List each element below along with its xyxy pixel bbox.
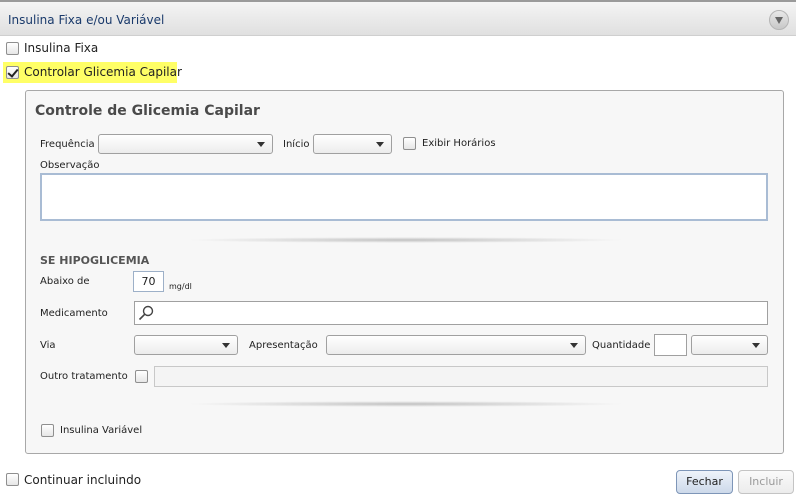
section-header[interactable]: Insulina Fixa e/ou Variável	[0, 0, 796, 36]
chevron-down-icon	[376, 142, 384, 147]
medicamento-label: Medicamento	[40, 308, 108, 319]
controlar-glicemia-label: Controlar Glicemia Capilar	[24, 65, 182, 79]
quantidade-unit-select[interactable]	[691, 335, 768, 355]
frequencia-select[interactable]	[98, 134, 273, 154]
insulina-variavel-checkbox[interactable]	[41, 424, 54, 437]
outro-tratamento-label: Outro tratamento	[40, 371, 128, 382]
apresentacao-select[interactable]	[326, 335, 586, 355]
insulina-fixa-checkbox[interactable]	[6, 42, 19, 55]
controlar-glicemia-checkbox[interactable]	[6, 66, 19, 79]
incluir-button[interactable]: Incluir	[738, 470, 794, 494]
unit-label: mg/dl	[169, 282, 192, 291]
hipoglicemia-heading: SE HIPOGLICEMIA	[40, 254, 150, 267]
exibir-horarios-label: Exibir Horários	[422, 138, 496, 149]
glicemia-panel: Controle de Glicemia Capilar Frequência …	[25, 90, 784, 454]
observacao-label: Observação	[40, 160, 100, 171]
via-select[interactable]	[134, 335, 238, 355]
chevron-down-icon	[570, 343, 578, 348]
chevron-down-icon	[257, 142, 265, 147]
outro-tratamento-input	[154, 366, 768, 387]
chevron-down-icon	[752, 343, 760, 348]
inicio-select[interactable]	[313, 134, 392, 154]
divider	[186, 401, 626, 407]
inicio-label: Início	[283, 139, 310, 150]
insulina-fixa-label: Insulina Fixa	[24, 41, 99, 55]
section-title: Insulina Fixa e/ou Variável	[8, 13, 165, 27]
quantidade-input[interactable]	[654, 334, 687, 356]
abaixo-label: Abaixo de	[40, 276, 90, 287]
divider	[186, 237, 626, 243]
abaixo-value: 70	[141, 275, 156, 288]
fechar-button[interactable]: Fechar	[676, 470, 733, 494]
chevron-down-icon	[222, 343, 230, 348]
frequencia-label: Frequência	[40, 139, 95, 150]
panel-title: Controle de Glicemia Capilar	[35, 103, 260, 119]
observacao-textarea[interactable]	[40, 173, 768, 221]
quantidade-label: Quantidade	[592, 340, 651, 351]
abaixo-input[interactable]: 70	[133, 271, 164, 292]
search-icon[interactable]	[138, 305, 154, 321]
medicamento-search-input[interactable]	[134, 301, 768, 325]
exibir-horarios-checkbox[interactable]	[403, 137, 416, 150]
continuar-incluindo-label: Continuar incluindo	[24, 473, 142, 487]
outro-tratamento-checkbox[interactable]	[135, 370, 148, 383]
apresentacao-label: Apresentação	[249, 340, 318, 351]
insulina-variavel-label: Insulina Variável	[60, 425, 143, 436]
collapse-icon[interactable]	[769, 10, 789, 30]
continuar-incluindo-checkbox[interactable]	[6, 473, 19, 486]
via-label: Via	[40, 340, 56, 351]
